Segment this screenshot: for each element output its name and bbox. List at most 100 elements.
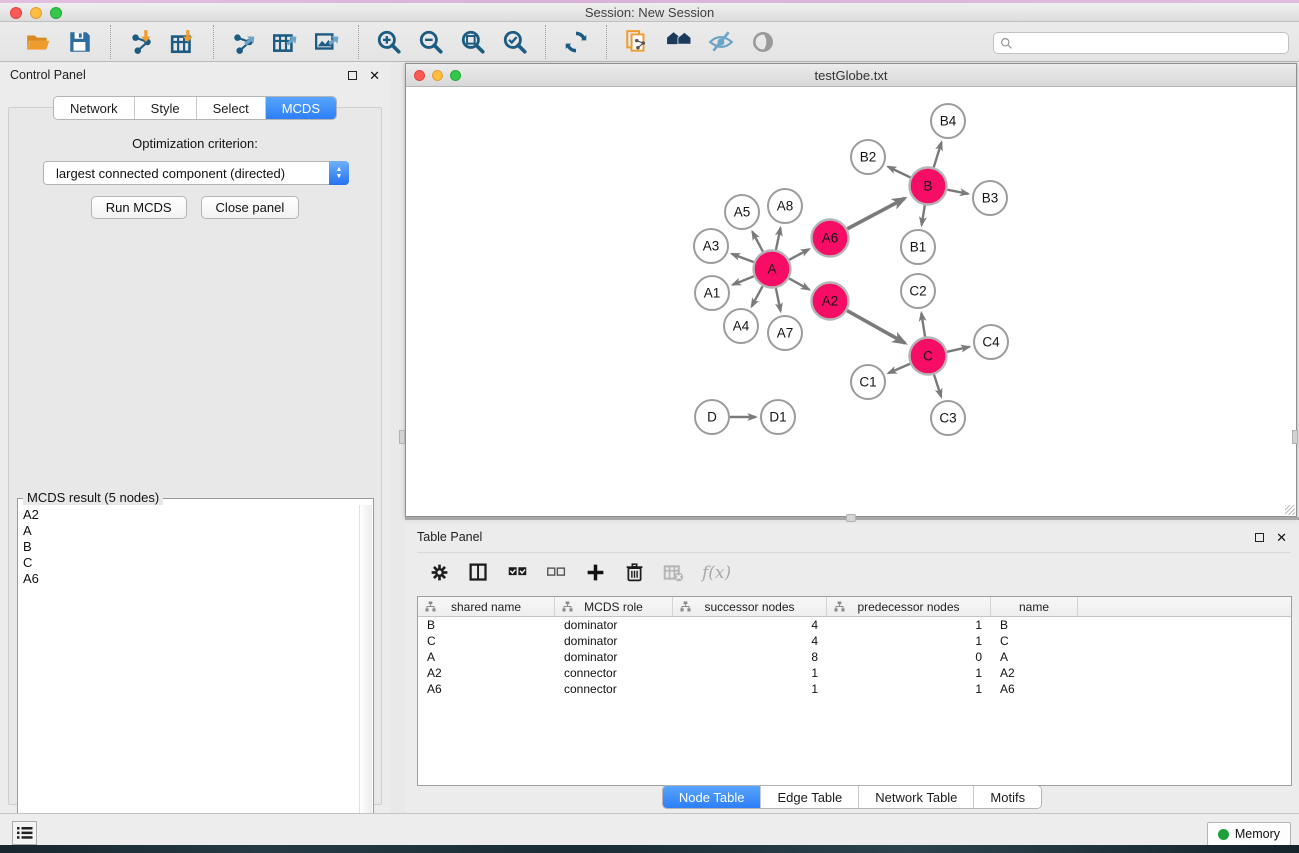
edge-A-A5[interactable] (752, 232, 763, 252)
graph-node-C2[interactable]: C2 (901, 274, 935, 308)
graph-node-A1[interactable]: A1 (695, 276, 729, 310)
edge-A-A3[interactable] (732, 254, 754, 262)
edge-B-B4[interactable] (934, 142, 942, 167)
graph-node-B3[interactable]: B3 (973, 181, 1007, 215)
minimize-window-button[interactable] (30, 7, 42, 19)
table-row[interactable]: Adominator80A (418, 649, 1291, 665)
float-panel-icon[interactable] (348, 71, 357, 80)
export-image-button[interactable] (310, 26, 346, 58)
tab-node-table[interactable]: Node Table (663, 786, 762, 808)
tab-mcds[interactable]: MCDS (266, 97, 336, 119)
result-list-item[interactable]: C (23, 555, 355, 571)
deselect-all-button[interactable] (546, 562, 567, 583)
edge-B-B1[interactable] (922, 205, 925, 225)
edge-C-C4[interactable] (947, 347, 969, 352)
graph-node-D1[interactable]: D1 (761, 400, 795, 434)
table-float-panel-icon[interactable] (1255, 533, 1264, 542)
hide-selected-button[interactable] (703, 26, 739, 58)
edge-A-A4[interactable] (752, 286, 763, 306)
graph-node-A6[interactable]: A6 (812, 220, 849, 257)
run-mcds-button[interactable]: Run MCDS (91, 196, 187, 219)
new-network-from-selection-button[interactable] (619, 26, 655, 58)
graph-node-A7[interactable]: A7 (768, 316, 802, 350)
network-zoom-button[interactable] (450, 70, 461, 81)
edge-A6-B[interactable] (847, 198, 904, 228)
delete-table-button[interactable] (663, 562, 684, 583)
panel-divider-handle[interactable] (846, 514, 856, 522)
zoom-fit-button[interactable] (455, 26, 491, 58)
edge-C-C2[interactable] (921, 313, 925, 337)
save-button[interactable] (62, 26, 98, 58)
network-window-titlebar[interactable]: testGlobe.txt (406, 64, 1296, 87)
graph-node-A3[interactable]: A3 (694, 229, 728, 263)
tab-select[interactable]: Select (197, 97, 266, 119)
criterion-dropdown[interactable]: largest connected component (directed) ▲… (43, 161, 349, 185)
edge-C-C3[interactable] (934, 375, 941, 397)
result-list-item[interactable]: A6 (23, 571, 355, 587)
right-split-handle[interactable] (1292, 430, 1298, 444)
graph-node-C4[interactable]: C4 (974, 325, 1008, 359)
first-neighbors-button[interactable] (661, 26, 697, 58)
close-panel-button[interactable]: Close panel (201, 196, 300, 219)
export-table-button[interactable] (268, 26, 304, 58)
result-list-item[interactable]: B (23, 539, 355, 555)
zoom-in-button[interactable] (371, 26, 407, 58)
zoom-window-button[interactable] (50, 7, 62, 19)
left-split-handle[interactable] (399, 430, 405, 444)
graph-node-C1[interactable]: C1 (851, 365, 885, 399)
graph-node-C[interactable]: C (910, 338, 947, 375)
graph-node-A5[interactable]: A5 (725, 195, 759, 229)
graph-node-B[interactable]: B (910, 168, 947, 205)
edge-C-C1[interactable] (888, 364, 910, 373)
edge-B-B3[interactable] (947, 190, 968, 194)
edge-A2-C[interactable] (847, 311, 905, 344)
close-window-button[interactable] (10, 7, 22, 19)
tab-style[interactable]: Style (135, 97, 197, 119)
edge-A-A7[interactable] (776, 288, 781, 311)
edge-A-A1[interactable] (733, 276, 754, 284)
open-folder-button[interactable] (20, 26, 56, 58)
table-row[interactable]: Cdominator41C (418, 633, 1291, 649)
edge-B-B2[interactable] (888, 167, 910, 178)
graph-node-C3[interactable]: C3 (931, 401, 965, 435)
edge-A-A6[interactable] (789, 249, 809, 260)
search-input[interactable] (1018, 36, 1282, 50)
zoom-out-button[interactable] (413, 26, 449, 58)
result-list-item[interactable]: A (23, 523, 355, 539)
graph-node-B4[interactable]: B4 (931, 104, 965, 138)
function-builder-icon[interactable]: f(x) (702, 563, 731, 583)
task-history-button[interactable] (12, 821, 37, 845)
edge-A-A2[interactable] (789, 278, 809, 289)
graph-node-A2[interactable]: A2 (812, 283, 849, 320)
memory-button[interactable]: Memory (1207, 822, 1291, 846)
column-header-successor-nodes[interactable]: successor nodes (673, 597, 827, 616)
graph-node-B2[interactable]: B2 (851, 140, 885, 174)
table-row[interactable]: A6connector11A6 (418, 681, 1291, 697)
column-header-predecessor-nodes[interactable]: predecessor nodes (827, 597, 991, 616)
result-scrollbar[interactable] (359, 505, 372, 841)
add-column-button[interactable] (585, 562, 606, 583)
import-table-button[interactable] (165, 26, 201, 58)
graph-node-B1[interactable]: B1 (901, 230, 935, 264)
column-header-MCDS-role[interactable]: MCDS role (555, 597, 673, 616)
network-minimize-button[interactable] (432, 70, 443, 81)
network-canvas[interactable]: B4B2BB3A8A5A6A3B1AC2A1A2A4A7C4CC1DD1C3 (406, 87, 1296, 516)
graph-node-A[interactable]: A (754, 251, 791, 288)
refresh-button[interactable] (558, 26, 594, 58)
graph-node-A8[interactable]: A8 (768, 189, 802, 223)
table-row[interactable]: A2connector11A2 (418, 665, 1291, 681)
gear-button[interactable] (429, 562, 450, 583)
column-selector-button[interactable] (468, 562, 489, 583)
resize-grip-icon[interactable] (1285, 505, 1295, 515)
column-header-shared-name[interactable]: shared name (418, 597, 555, 616)
close-panel-icon[interactable]: ✕ (369, 71, 380, 80)
import-network-button[interactable] (123, 26, 159, 58)
select-all-button[interactable] (507, 562, 528, 583)
tab-edge-table[interactable]: Edge Table (761, 786, 859, 808)
column-header-name[interactable]: name (991, 597, 1078, 616)
edge-A-A8[interactable] (776, 228, 781, 250)
table-row[interactable]: Bdominator41B (418, 617, 1291, 633)
show-all-button[interactable] (745, 26, 781, 58)
tab-network[interactable]: Network (54, 97, 135, 119)
delete-button[interactable] (624, 562, 645, 583)
